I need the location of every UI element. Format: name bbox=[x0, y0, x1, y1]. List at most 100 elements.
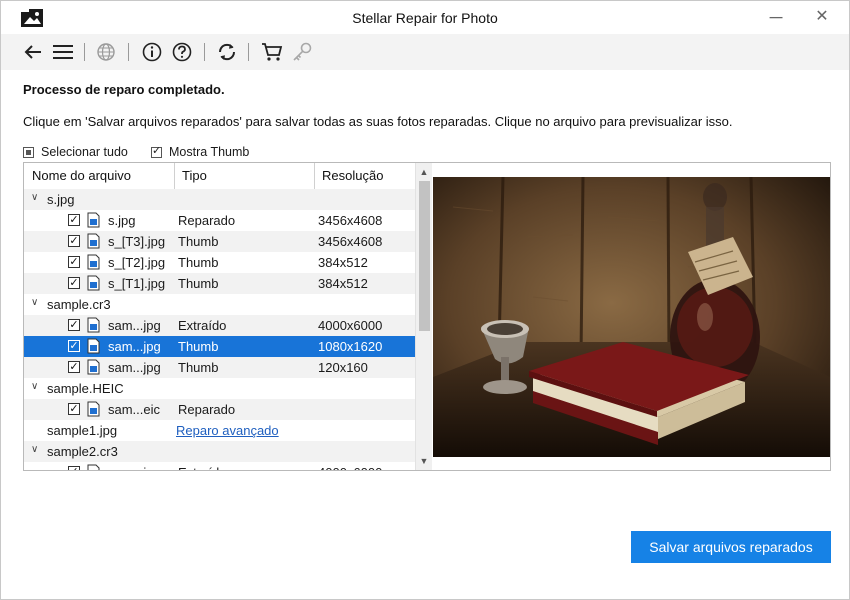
image-file-icon bbox=[87, 401, 100, 417]
file-name: s_[T2].jpg bbox=[108, 255, 166, 270]
file-name: sam...jpg bbox=[108, 318, 161, 333]
file-tree-table: Nome do arquivo Tipo Resolução ∨ s.jpg ✓ s.… bbox=[23, 162, 433, 471]
title-bar: Stellar Repair for Photo ─ ✕ bbox=[1, 1, 849, 34]
cart-icon bbox=[262, 43, 283, 61]
column-header-type[interactable]: Tipo bbox=[174, 163, 207, 189]
row-checkbox[interactable]: ✓ bbox=[68, 214, 80, 226]
row-checkbox[interactable]: ✓ bbox=[68, 466, 80, 470]
file-type: Reparado bbox=[178, 213, 236, 228]
image-file-icon bbox=[87, 359, 100, 375]
back-arrow-icon bbox=[24, 45, 41, 59]
file-type: Reparado bbox=[178, 402, 236, 417]
save-repaired-files-button[interactable]: Salvar arquivos reparados bbox=[631, 531, 831, 563]
toolbar-divider bbox=[84, 43, 85, 61]
file-name: s_[T1].jpg bbox=[108, 276, 166, 291]
checkmark-icon: ✓ bbox=[152, 144, 162, 157]
image-file-icon bbox=[87, 254, 100, 270]
minimize-button[interactable]: ─ bbox=[763, 5, 789, 29]
scrollbar-thumb[interactable] bbox=[419, 181, 430, 331]
file-resolution: 384x512 bbox=[318, 255, 368, 270]
globe-icon bbox=[97, 43, 115, 61]
status-message: Processo de reparo completado. bbox=[23, 82, 225, 97]
close-button[interactable]: ✕ bbox=[809, 5, 835, 29]
column-header-name[interactable]: Nome do arquivo bbox=[24, 163, 131, 189]
table-row[interactable]: ✓ s_[T1].jpg Thumb 384x512 bbox=[24, 273, 415, 294]
chevron-down-icon[interactable]: ∨ bbox=[31, 381, 38, 392]
key-icon bbox=[293, 42, 312, 61]
row-checkbox[interactable]: ✓ bbox=[68, 340, 80, 352]
refresh-button[interactable] bbox=[213, 38, 241, 66]
chevron-down-icon[interactable]: ∨ bbox=[31, 444, 38, 455]
group-name: sample.HEIC bbox=[47, 381, 124, 396]
tree-group-row[interactable]: ∨ s.jpg bbox=[24, 189, 415, 210]
vertical-scrollbar[interactable]: ▲ ▼ bbox=[415, 163, 432, 470]
buy-button[interactable] bbox=[258, 38, 286, 66]
table-row[interactable]: ✓ sam...jpg Thumb 1080x1620 bbox=[24, 336, 415, 357]
app-window: Stellar Repair for Photo ─ ✕ Processo de… bbox=[0, 0, 850, 600]
file-name: s_[T3].jpg bbox=[108, 234, 166, 249]
window-title: Stellar Repair for Photo bbox=[352, 10, 498, 26]
table-row[interactable]: ✓ s_[T2].jpg Thumb 384x512 bbox=[24, 252, 415, 273]
toolbar-divider bbox=[128, 43, 129, 61]
table-header: Nome do arquivo Tipo Resolução bbox=[24, 163, 415, 189]
select-all-checkbox[interactable] bbox=[23, 146, 34, 158]
help-icon bbox=[172, 42, 192, 62]
tree-group-row[interactable]: ∨ sample.HEIC bbox=[24, 378, 415, 399]
file-name: sam...jpg bbox=[108, 360, 161, 375]
show-thumb-option[interactable]: ✓ Mostra Thumb bbox=[151, 145, 249, 159]
chevron-down-icon[interactable]: ∨ bbox=[31, 297, 38, 308]
row-checkbox[interactable]: ✓ bbox=[68, 319, 80, 331]
activate-button[interactable] bbox=[288, 38, 316, 66]
file-type: Thumb bbox=[178, 339, 219, 354]
file-name: sample1.jpg bbox=[47, 423, 118, 438]
show-thumb-checkbox[interactable]: ✓ bbox=[151, 144, 162, 158]
file-type: Thumb bbox=[178, 255, 219, 270]
info-icon bbox=[142, 42, 162, 62]
info-button[interactable] bbox=[138, 38, 166, 66]
refresh-icon bbox=[218, 43, 236, 61]
image-file-icon bbox=[87, 464, 100, 470]
row-checkbox[interactable]: ✓ bbox=[68, 277, 80, 289]
tree-group-row[interactable]: ∨ sample.cr3 bbox=[24, 294, 415, 315]
scroll-up-icon[interactable]: ▲ bbox=[416, 165, 432, 179]
file-resolution: 384x512 bbox=[318, 276, 368, 291]
language-button[interactable] bbox=[92, 38, 120, 66]
menu-icon bbox=[53, 45, 73, 59]
table-row[interactable]: ✓ s_[T3].jpg Thumb 3456x4608 bbox=[24, 231, 415, 252]
select-all-option[interactable]: Selecionar tudo bbox=[23, 145, 128, 159]
tree-file-row[interactable]: sample1.jpg Reparo avançado bbox=[24, 420, 415, 441]
advanced-repair-link[interactable]: Reparo avançado bbox=[176, 423, 279, 438]
show-thumb-label: Mostra Thumb bbox=[169, 145, 250, 159]
column-header-resolution[interactable]: Resolução bbox=[314, 163, 383, 189]
file-type: Extraído bbox=[178, 318, 227, 333]
table-row[interactable]: ✓ sam...eic Reparado bbox=[24, 399, 415, 420]
row-checkbox[interactable]: ✓ bbox=[68, 403, 80, 415]
table-row[interactable]: ✓ sam...jpg Thumb 120x160 bbox=[24, 357, 415, 378]
row-checkbox[interactable]: ✓ bbox=[68, 361, 80, 373]
file-name: s.jpg bbox=[108, 213, 136, 228]
back-button[interactable] bbox=[19, 38, 47, 66]
toolbar-divider bbox=[204, 43, 205, 61]
image-file-icon bbox=[87, 275, 100, 291]
preview-pane bbox=[432, 162, 831, 471]
chevron-down-icon[interactable]: ∨ bbox=[31, 192, 38, 203]
group-name: s.jpg bbox=[47, 192, 75, 207]
file-resolution: 1080x1620 bbox=[318, 339, 383, 354]
scroll-down-icon[interactable]: ▼ bbox=[416, 454, 432, 468]
tree-group-row[interactable]: ∨ sample2.cr3 bbox=[24, 441, 415, 462]
row-checkbox[interactable]: ✓ bbox=[68, 235, 80, 247]
file-type: Thumb bbox=[178, 234, 219, 249]
table-row[interactable]: ✓ sam...jpg Extraído 4000x6000 bbox=[24, 315, 415, 336]
instruction-text: Clique em 'Salvar arquivos reparados' pa… bbox=[23, 114, 733, 129]
table-row[interactable]: ✓ s.jpg Reparado 3456x4608 bbox=[24, 210, 415, 231]
table-row[interactable]: ✓ sam...jpg Extraído 4000x6000 bbox=[24, 462, 415, 470]
image-file-icon bbox=[87, 233, 100, 249]
image-file-icon bbox=[87, 338, 100, 354]
file-name: sam...eic bbox=[108, 402, 161, 417]
help-button[interactable] bbox=[168, 38, 196, 66]
row-checkbox[interactable]: ✓ bbox=[68, 256, 80, 268]
menu-button[interactable] bbox=[49, 38, 77, 66]
file-resolution: 4000x6000 bbox=[318, 318, 383, 333]
file-resolution: 120x160 bbox=[318, 360, 368, 375]
file-resolution: 4000x6000 bbox=[318, 465, 382, 470]
